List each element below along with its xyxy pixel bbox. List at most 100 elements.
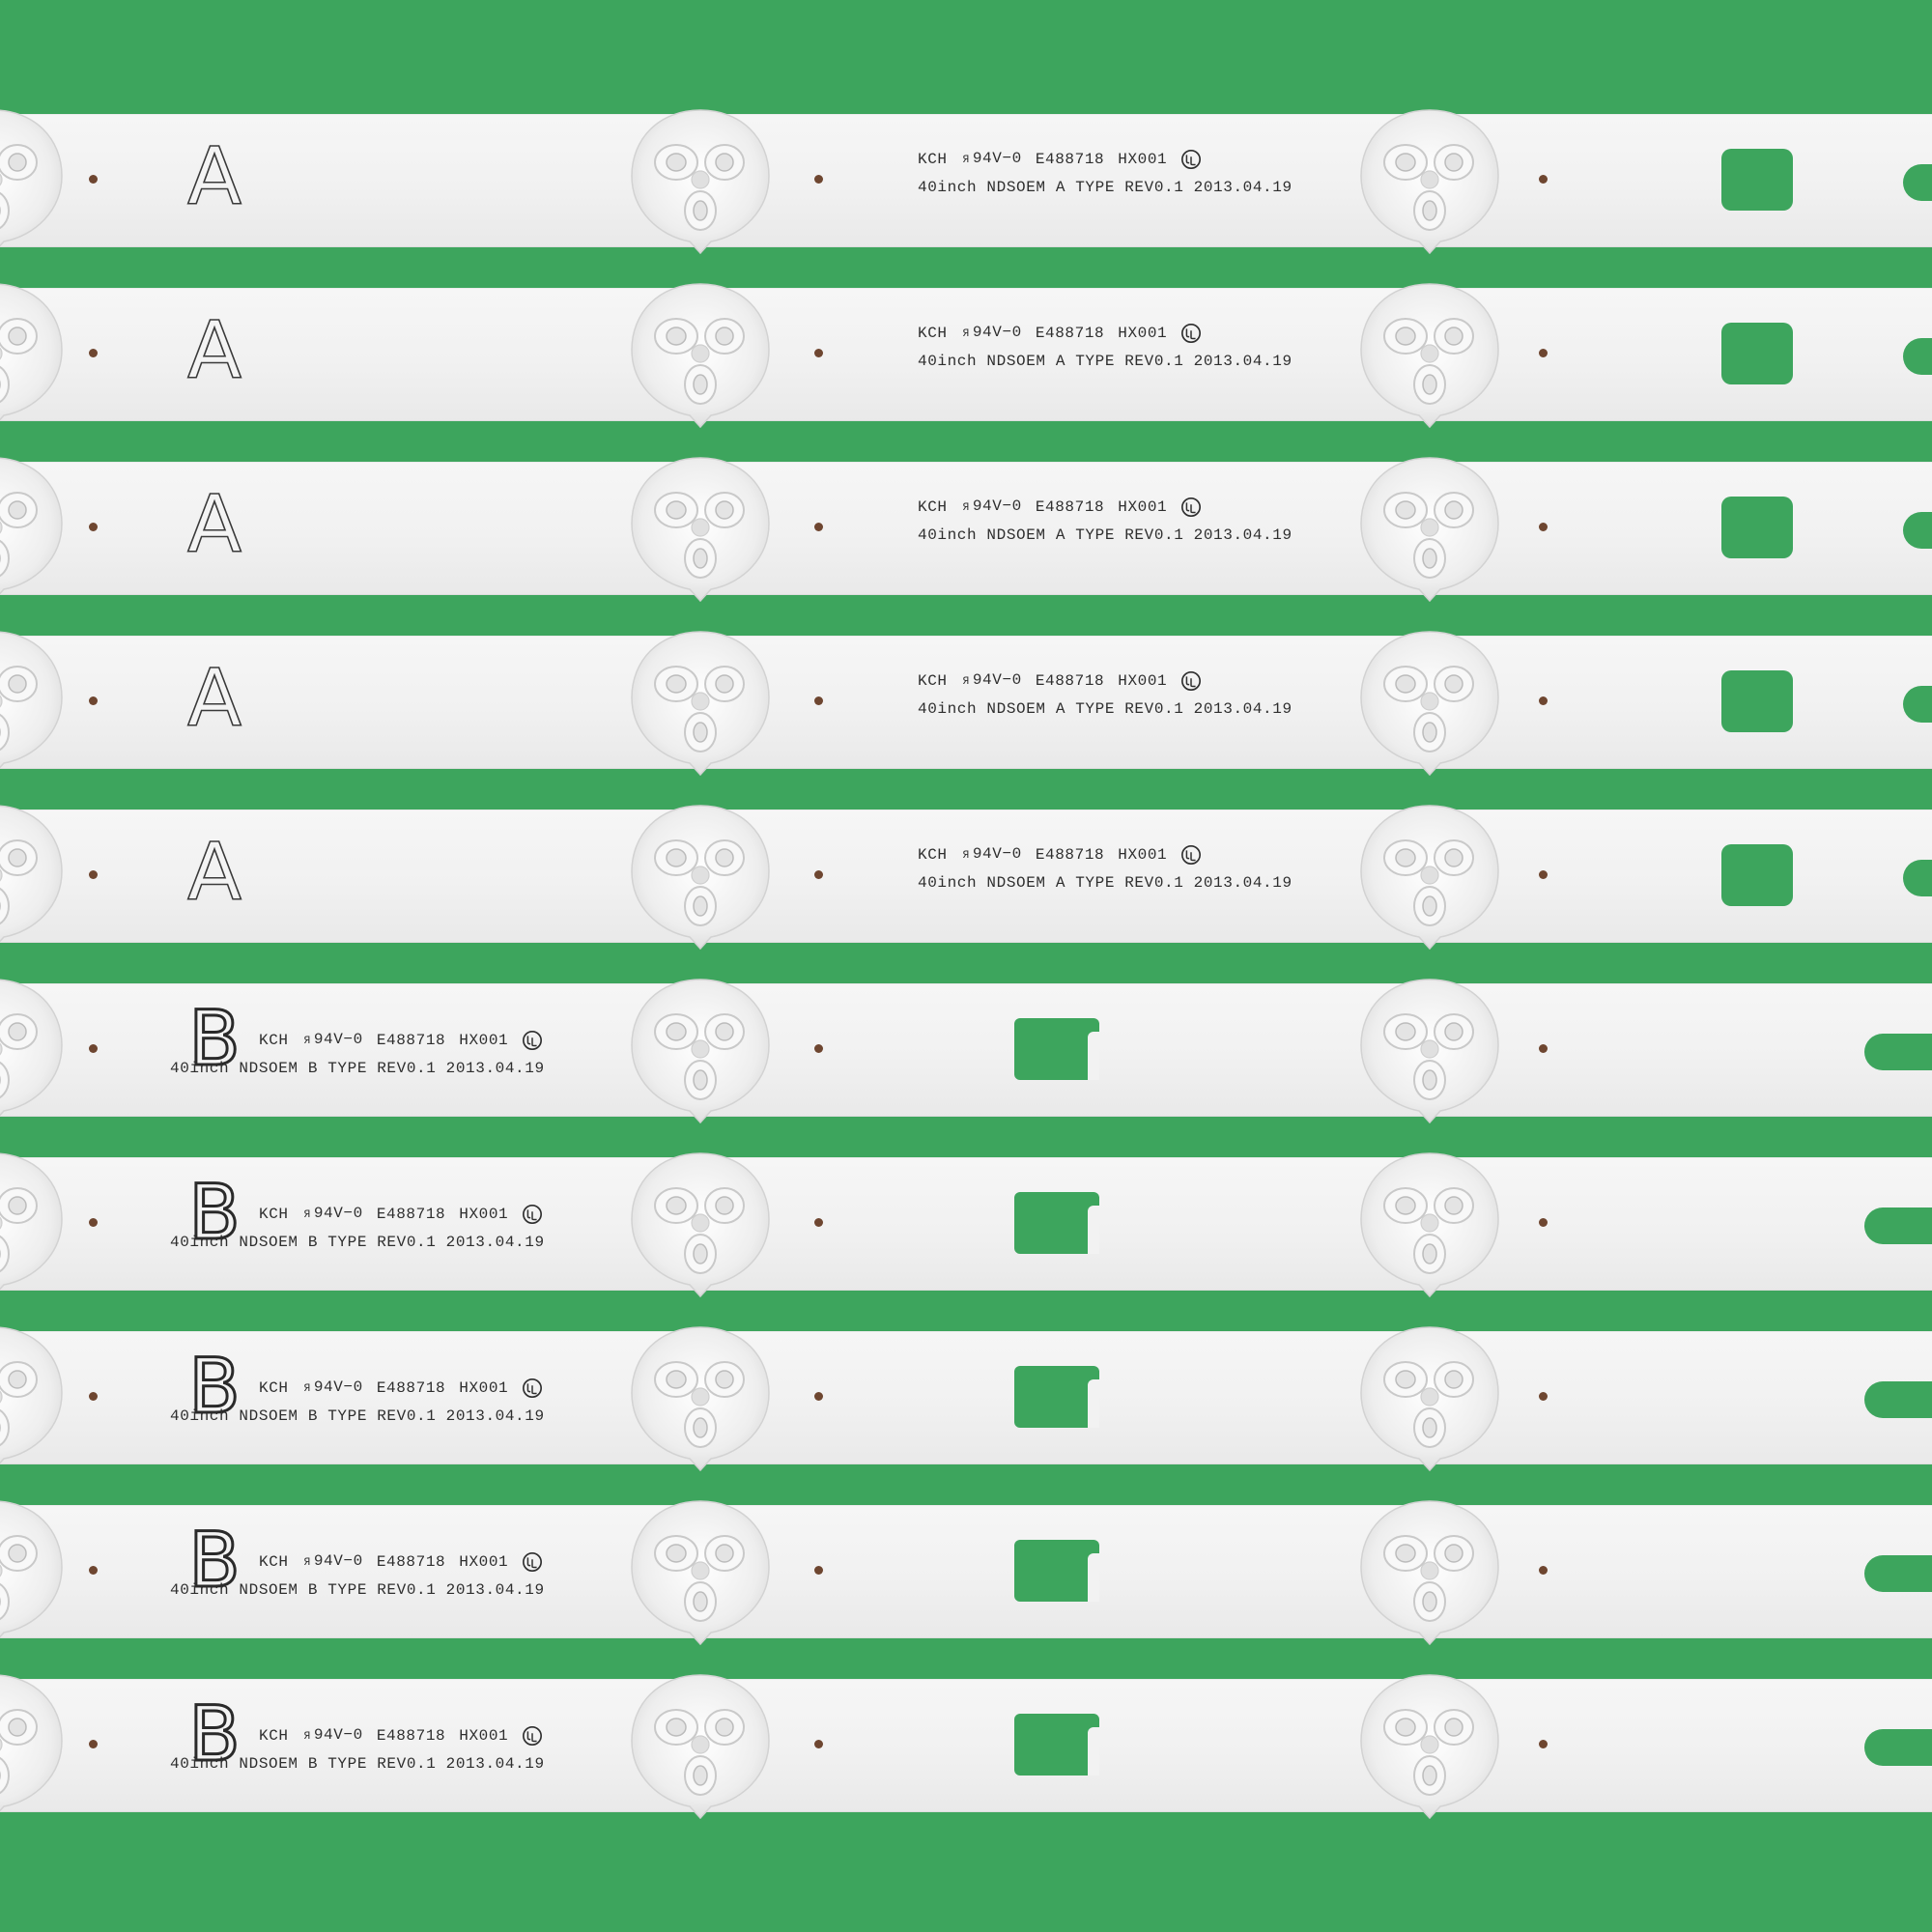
silkscreen-label: KCH Я 94V−0 E488718 HX001 40inch NDSOEM B TY…	[170, 1551, 545, 1600]
led-dot	[1539, 1044, 1548, 1053]
silkscreen-label: KCH Я 94V−0 E488718 HX001 40inch NDSOEM A TY…	[918, 497, 1293, 545]
board-code: HX001	[459, 1032, 509, 1049]
ul-file-number: E488718	[376, 1379, 446, 1397]
silkscreen-line-1: KCH Я 94V−0 E488718 HX001	[259, 1030, 545, 1051]
led-dot	[814, 1740, 823, 1748]
flame-rating: 94V−0	[972, 324, 1022, 341]
led-lens-icon	[631, 805, 770, 951]
ul-file-number: E488718	[376, 1727, 446, 1745]
silkscreen-line-2: 40inch NDSOEM A TYPE REV0.1 2013.04.19	[918, 179, 1293, 196]
led-dot	[814, 1392, 823, 1401]
silkscreen-label: KCH Я 94V−0 E488718 HX001 40inch NDSOEM A TY…	[918, 844, 1293, 893]
edge-notch	[1864, 1381, 1932, 1418]
silkscreen-line-1: KCH Я 94V−0 E488718 HX001	[259, 1725, 545, 1747]
led-lens-icon	[0, 631, 63, 769]
ul-rating: Я 94V−0	[304, 1551, 363, 1573]
silkscreen-line-2: 40inch NDSOEM B TYPE REV0.1 2013.04.19	[170, 1407, 545, 1425]
board-code: HX001	[1118, 672, 1168, 690]
ul-letter: Я	[962, 502, 970, 514]
ul-file-number: E488718	[1035, 498, 1105, 516]
led-lens-icon	[631, 979, 770, 1124]
led-lens-icon	[631, 1500, 770, 1646]
silkscreen-line-2: 40inch NDSOEM B TYPE REV0.1 2013.04.19	[170, 1060, 545, 1077]
led-lens-icon	[0, 979, 63, 1117]
silkscreen-line-1: KCH Я 94V−0 E488718 HX001	[918, 670, 1293, 692]
silkscreen-line-2: 40inch NDSOEM A TYPE REV0.1 2013.04.19	[918, 526, 1293, 544]
ul-letter: Я	[962, 676, 970, 688]
led-dot	[1539, 696, 1548, 705]
led-dot	[1539, 1566, 1548, 1575]
silkscreen-line-1: KCH Я 94V−0 E488718 HX001	[918, 844, 1293, 866]
led-strip: B KCH Я 94V−0 E488718 HX001 40inch NDSOEM B T…	[0, 1326, 1932, 1472]
led-lens-icon	[0, 1500, 63, 1638]
mounting-cutout	[1014, 1192, 1099, 1254]
led-lens-icon	[1360, 1326, 1499, 1472]
led-strip-photo: A KCH Я 94V−0 E488718 HX001 40inch NDSOEM A T…	[0, 0, 1932, 1932]
led-dot	[814, 870, 823, 879]
edge-notch	[1864, 1729, 1932, 1766]
mounting-cutout	[1014, 1540, 1099, 1602]
mounting-cutout	[1014, 1714, 1099, 1776]
edge-notch	[1864, 1208, 1932, 1244]
led-lens-icon	[1360, 979, 1499, 1124]
board-code: HX001	[459, 1379, 509, 1397]
led-dot	[1539, 870, 1548, 879]
silkscreen-line-1: KCH Я 94V−0 E488718 HX001	[918, 497, 1293, 518]
board-code: HX001	[1118, 151, 1168, 168]
maker-code: KCH	[918, 325, 948, 342]
silkscreen-label: KCH Я 94V−0 E488718 HX001 40inch NDSOEM B TY…	[170, 1204, 545, 1252]
silkscreen-line-2: 40inch NDSOEM A TYPE REV0.1 2013.04.19	[918, 353, 1293, 370]
led-dot	[89, 1566, 98, 1575]
led-strip: B KCH Я 94V−0 E488718 HX001 40inch NDSOEM B T…	[0, 979, 1932, 1124]
ul-recognized-mark-icon	[1181, 497, 1202, 517]
silkscreen-line-1: KCH Я 94V−0 E488718 HX001	[259, 1378, 545, 1399]
led-dot	[814, 696, 823, 705]
mounting-cutout	[1014, 1366, 1099, 1428]
led-lens-icon	[0, 457, 63, 595]
edge-notch	[1903, 686, 1932, 723]
silkscreen-line-1: KCH Я 94V−0 E488718 HX001	[918, 323, 1293, 344]
led-lens-icon	[0, 805, 63, 943]
led-strip: B KCH Я 94V−0 E488718 HX001 40inch NDSOEM B T…	[0, 1500, 1932, 1646]
ul-rating: Я 94V−0	[963, 844, 1022, 866]
ul-file-number: E488718	[1035, 151, 1105, 168]
ul-file-number: E488718	[376, 1206, 446, 1223]
led-dot	[89, 870, 98, 879]
led-lens-icon	[1360, 1674, 1499, 1820]
ul-recognized-mark-icon	[523, 1205, 543, 1224]
led-strip: B KCH Я 94V−0 E488718 HX001 40inch NDSOEM B T…	[0, 1152, 1932, 1298]
silkscreen-label: KCH Я 94V−0 E488718 HX001 40inch NDSOEM A TY…	[918, 670, 1293, 719]
ul-rating: Я 94V−0	[304, 1030, 363, 1051]
silkscreen-line-1: KCH Я 94V−0 E488718 HX001	[918, 149, 1293, 170]
maker-code: KCH	[918, 672, 948, 690]
ul-rating: Я 94V−0	[963, 323, 1022, 344]
silkscreen-line-1: KCH Я 94V−0 E488718 HX001	[259, 1551, 545, 1573]
ul-recognized-mark-icon	[523, 1378, 543, 1398]
board-code: HX001	[459, 1727, 509, 1745]
led-dot	[89, 1740, 98, 1748]
edge-notch	[1903, 860, 1932, 896]
ul-file-number: E488718	[1035, 325, 1105, 342]
led-lens-icon	[0, 109, 63, 247]
flame-rating: 94V−0	[313, 1205, 363, 1222]
flame-rating: 94V−0	[972, 497, 1022, 515]
flame-rating: 94V−0	[313, 1726, 363, 1744]
maker-code: KCH	[918, 151, 948, 168]
led-dot	[89, 523, 98, 531]
led-strip: A KCH Я 94V−0 E488718 HX001 40inch NDSOEM A T…	[0, 457, 1932, 603]
silkscreen-label: KCH Я 94V−0 E488718 HX001 40inch NDSOEM B TY…	[170, 1725, 545, 1774]
led-strip: A KCH Я 94V−0 E488718 HX001 40inch NDSOEM A T…	[0, 631, 1932, 777]
ul-file-number: E488718	[376, 1032, 446, 1049]
ul-letter: Я	[962, 155, 970, 166]
led-dot	[814, 175, 823, 184]
led-lens-icon	[1360, 457, 1499, 603]
flame-rating: 94V−0	[972, 845, 1022, 863]
led-lens-icon	[631, 1152, 770, 1298]
silkscreen-label: KCH Я 94V−0 E488718 HX001 40inch NDSOEM A TY…	[918, 149, 1293, 197]
flame-rating: 94V−0	[972, 150, 1022, 167]
ul-rating: Я 94V−0	[304, 1378, 363, 1399]
led-strip: A KCH Я 94V−0 E488718 HX001 40inch NDSOEM A T…	[0, 283, 1932, 429]
type-letter: A	[186, 305, 242, 397]
flame-rating: 94V−0	[313, 1378, 363, 1396]
board-code: HX001	[1118, 325, 1168, 342]
